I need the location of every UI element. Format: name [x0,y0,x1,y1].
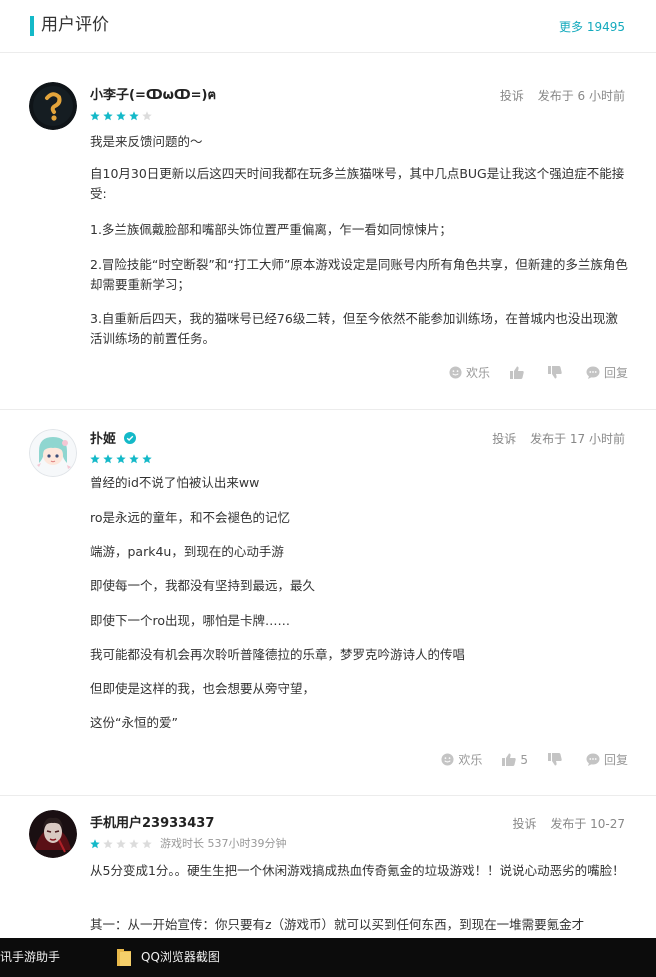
review-meta: 投诉 发布于 10-27 [512,816,625,832]
avatar[interactable] [29,429,77,477]
review-meta: 投诉 发布于 6 小时前 [500,88,625,104]
section-title: 用户评价 [41,15,109,35]
reply-button[interactable]: 回复 [586,364,628,381]
star-icon [116,454,126,464]
dislike-button[interactable] [547,366,566,379]
post-time: 发布于 10-27 [550,817,625,831]
review-actions: 欢乐 回复 [429,364,628,381]
review-paragraph: 从5分变成1分。。硬生生把一个休闲游戏搞成热血传奇氪金的垃圾游戏！！说说心动恶劣… [90,863,625,878]
post-time: 发布于 6 小时前 [537,89,625,103]
review-paragraph: ro是永远的童年，和不会褪色的记忆 [90,510,291,525]
fun-label: 欢乐 [458,753,483,767]
report-link[interactable]: 投诉 [492,432,516,446]
review-paragraph: 我是来反馈问题的～ [90,134,203,149]
report-link[interactable]: 投诉 [500,89,524,103]
username[interactable]: 扑姬 [90,431,136,449]
like-count: 5 [520,752,528,767]
review-paragraph: 即使每一个，我都没有坚持到最远，最久 [90,578,316,593]
thumbs-down-icon [547,366,562,379]
star-icon [103,111,113,121]
reviews-page: 用户评价 更多 19495 小李子(=ↀωↀ=)ฅ 投诉 发布于 6 小时前 我… [0,0,656,977]
reply-button[interactable]: 回复 [586,751,628,768]
post-time: 发布于 17 小时前 [530,432,625,446]
star-icon [129,111,139,121]
star-icon [129,839,139,849]
taskbar-item-game-assistant[interactable]: 讯手游助手 [0,949,60,965]
star-rating [90,111,152,121]
star-icon [90,839,100,849]
title-accent-bar [30,16,34,36]
review-meta: 投诉 发布于 17 小时前 [492,431,625,447]
report-link[interactable]: 投诉 [512,817,536,831]
username-text: 扑姬 [90,432,117,447]
taskbar: 讯手游助手 QQ浏览器截图 [0,938,656,977]
reviews-header: 用户评价 更多 19495 [0,0,656,53]
taskbar-item-qq-browser-screenshot[interactable]: QQ浏览器截图 [141,949,220,965]
more-reviews-link[interactable]: 更多 19495 [559,19,625,35]
fun-button[interactable]: 欢乐 [441,751,482,768]
verified-icon [123,432,136,444]
like-button[interactable]: 5 [502,753,528,767]
thumbs-down-icon [547,753,562,766]
review-paragraph: 即使下一个ro出现，哪怕是卡牌…… [90,613,291,628]
star-icon [142,111,152,121]
review-item: 手机用户23933437 投诉 发布于 10-27 游戏时长 537小时39分钟… [0,796,656,938]
review-paragraph: 曾经的id不说了怕被认出来ww [90,475,260,490]
review-paragraph: 1.多兰族佩戴脸部和嘴部头饰位置严重偏离，乍一看如同惊悚片； [90,222,452,237]
star-icon [142,839,152,849]
review-paragraph: 自10月30日更新以后这四天时间我都在玩多兰族猫咪号，其中几点BUG是让我这个强… [90,166,625,201]
comment-icon [586,366,600,379]
star-icon [116,111,126,121]
review-paragraph: 2.冒险技能“时空断裂”和“打工大师”原本游戏设定是同账号内所有角色共享，但新建… [90,257,628,292]
star-icon [90,454,100,464]
review-item: 扑姬 投诉 发布于 17 小时前 曾经的id不说了怕被认出来ww ro是永远的童… [0,410,656,796]
like-button[interactable] [509,366,528,379]
comment-icon [586,753,600,766]
review-paragraph: 我可能都没有机会再次聆听普隆德拉的乐章，梦罗克吟游诗人的传唱 [90,647,466,662]
username[interactable]: 手机用户23933437 [90,815,214,833]
avatar[interactable] [29,82,77,130]
review-paragraph: 3.自重新后四天，我的猫咪号已经76级二转，但至今依然不能参加训练场，在普城内也… [90,311,618,346]
folder-icon [117,949,131,966]
review-paragraph: 这份“永恒的爱” [90,715,178,730]
review-item: 小李子(=ↀωↀ=)ฅ 投诉 发布于 6 小时前 我是来反馈问题的～ 自10月3… [0,53,656,410]
thumbs-up-icon [509,366,524,379]
star-icon [103,839,113,849]
dislike-button[interactable] [547,753,566,766]
star-icon [129,454,139,464]
star-rating [90,454,152,464]
avatar[interactable] [29,810,77,858]
smile-icon [441,753,454,766]
review-paragraph: 端游，park4u，到现在的心动手游 [90,544,284,559]
star-icon [116,839,126,849]
username[interactable]: 小李子(=ↀωↀ=)ฅ [90,87,216,105]
review-paragraph: 但即使是这样的我，也会想要从旁守望， [90,681,316,696]
smile-icon [449,366,462,379]
review-paragraph: 其一：从一开始宣传：你只要有z（游戏币）就可以买到任何东西，到现在一堆需要氪金才 [90,917,585,932]
star-rating [90,839,152,849]
playtime: 游戏时长 537小时39分钟 [160,837,287,850]
star-icon [90,111,100,121]
reply-label: 回复 [603,366,628,380]
thumbs-up-icon [502,753,517,766]
fun-label: 欢乐 [465,366,490,380]
review-actions: 欢乐 5 回复 [421,751,628,768]
star-icon [142,454,152,464]
reply-label: 回复 [603,753,628,767]
star-icon [103,454,113,464]
fun-button[interactable]: 欢乐 [449,364,490,381]
